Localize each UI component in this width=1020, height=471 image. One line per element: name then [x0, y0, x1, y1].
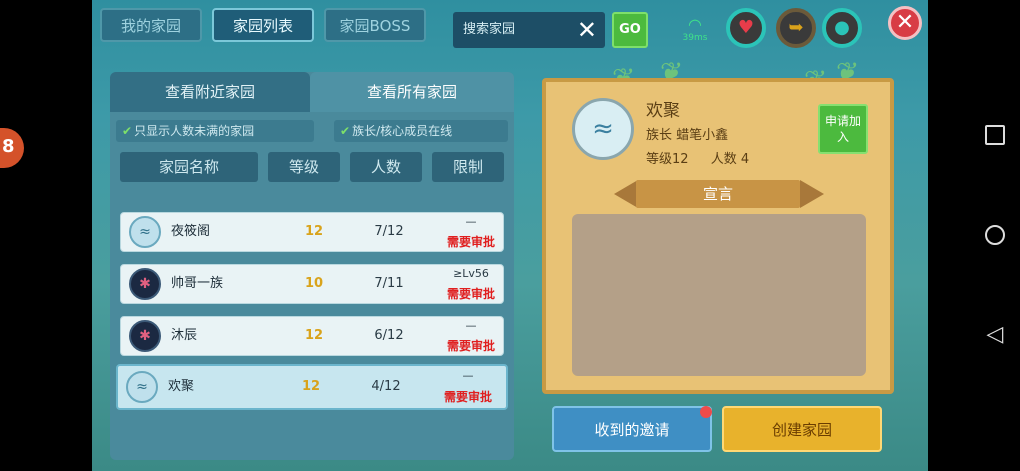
search-placeholder: 搜索家园 — [463, 22, 516, 37]
fish-icon: ≈ — [572, 98, 634, 160]
network-signal: ◠ 39ms — [680, 15, 710, 46]
octopus-icon: ✱ — [129, 320, 161, 352]
left-screen-edge: 8 — [0, 0, 92, 471]
column-header-count: 人数 — [350, 152, 422, 182]
table-row[interactable]: ✱ 帅哥一族 10 7/11 ≥Lv56 需要审批 — [120, 264, 504, 304]
side-floating-button[interactable]: 8 — [0, 128, 24, 168]
wifi-icon: ◠ — [688, 15, 702, 34]
home-icon[interactable] — [980, 220, 1010, 250]
checkmark-icon: ✔ — [340, 124, 351, 138]
home-level: 10 — [304, 276, 324, 291]
home-level: 12 — [304, 224, 324, 239]
filter-leader-online[interactable]: ✔ 族长/核心成员在线 — [334, 120, 508, 142]
column-header-limit: 限制 — [432, 152, 504, 182]
approval-required: 需要审批 — [446, 339, 495, 353]
heart-icon[interactable]: ♥ — [726, 8, 766, 48]
energy-icon[interactable]: ➥ — [776, 8, 816, 48]
checkmark-icon: ✔ — [122, 124, 133, 138]
apply-join-button[interactable]: 申请加入 — [818, 104, 868, 154]
tab-nearby-homes[interactable]: 查看附近家园 — [110, 72, 310, 112]
ribbon-right — [800, 180, 824, 208]
filter-leader-online-label: 族长/核心成员在线 — [352, 124, 453, 138]
recents-icon[interactable] — [980, 120, 1010, 150]
table-row[interactable]: ✱ 沐辰 12 6/12 — 需要审批 — [120, 316, 504, 356]
manifesto-title: 宣言 — [636, 180, 800, 208]
home-level: 12 — [304, 328, 324, 343]
received-invites-button[interactable]: 收到的邀请 — [552, 406, 712, 452]
home-detail-panel: ≈ 欢聚 族长 蜡笔小鑫 等级12 人数 4 申请加入 宣言 — [542, 78, 894, 394]
leader-name: 蜡笔小鑫 — [676, 128, 729, 143]
go-button[interactable]: GO — [612, 12, 648, 48]
home-limit: ≥Lv56 — [453, 267, 489, 280]
android-nav-bar: ◁ — [928, 0, 1020, 471]
tab-my-home[interactable]: 我的家园 — [100, 8, 202, 42]
close-button[interactable]: ✕ — [888, 6, 922, 40]
home-name: 欢聚 — [168, 379, 195, 394]
leader-info: 族长 蜡笔小鑫 — [646, 124, 728, 143]
received-invites-label: 收到的邀请 — [594, 421, 670, 439]
ribbon-left — [614, 180, 638, 208]
leader-label: 族长 — [646, 128, 673, 143]
filter-not-full[interactable]: ✔ 只显示人数未满的家园 — [116, 120, 314, 142]
table-row[interactable]: ≈ 夜筱阁 12 7/12 — 需要审批 — [120, 212, 504, 252]
home-count: 6/12 — [374, 328, 404, 343]
octopus-icon: ✱ — [129, 268, 161, 300]
filter-not-full-label: 只显示人数未满的家园 — [134, 124, 255, 138]
close-icon[interactable]: ✕ — [577, 12, 597, 48]
level-text: 等级12 — [646, 152, 689, 167]
home-name: 沐辰 — [171, 328, 198, 343]
approval-required: 需要审批 — [446, 235, 495, 249]
home-name: 帅哥一族 — [171, 276, 224, 291]
create-home-button[interactable]: 创建家园 — [722, 406, 882, 452]
home-limit: — — [465, 215, 477, 228]
home-count: 7/12 — [374, 224, 404, 239]
approval-required: 需要审批 — [443, 390, 492, 404]
back-icon[interactable]: ◁ — [980, 320, 1010, 350]
notification-dot — [700, 406, 712, 418]
tab-home-list[interactable]: 家园列表 — [212, 8, 314, 42]
column-header-name: 家园名称 — [120, 152, 258, 182]
home-stats: 等级12 人数 4 — [646, 148, 767, 167]
home-limit: — — [465, 319, 477, 332]
approval-required: 需要审批 — [446, 287, 495, 301]
manifesto-area — [572, 214, 866, 376]
column-header-level: 等级 — [268, 152, 340, 182]
game-screen: ❦ ❦ ❦ ❦ 我的家园 家园列表 家园BOSS 搜索家园 ✕ GO ◠ 39m… — [92, 0, 928, 471]
search-input[interactable]: 搜索家园 ✕ — [453, 12, 605, 48]
home-name: 夜筱阁 — [171, 224, 211, 239]
tab-all-homes[interactable]: 查看所有家园 — [310, 72, 514, 112]
tab-home-boss[interactable]: 家园BOSS — [324, 8, 426, 42]
home-list-panel: 查看附近家园 查看所有家园 ✔ 只显示人数未满的家园 ✔ 族长/核心成员在线 家园名… — [110, 72, 514, 460]
ping-label: 39ms — [682, 33, 708, 43]
fish-icon: ≈ — [126, 371, 158, 403]
fish-icon: ≈ — [129, 216, 161, 248]
table-row-selected[interactable]: ≈ 欢聚 12 4/12 — 需要审批 — [116, 364, 508, 410]
home-name: 欢聚 — [646, 101, 680, 121]
home-count: 7/11 — [374, 276, 404, 291]
water-drop-icon[interactable]: ● — [822, 8, 862, 48]
count-text: 人数 4 — [710, 152, 750, 167]
home-limit: — — [462, 369, 474, 382]
side-floating-button-label: 8 — [2, 136, 15, 157]
home-level: 12 — [301, 379, 321, 394]
home-count: 4/12 — [371, 379, 401, 394]
